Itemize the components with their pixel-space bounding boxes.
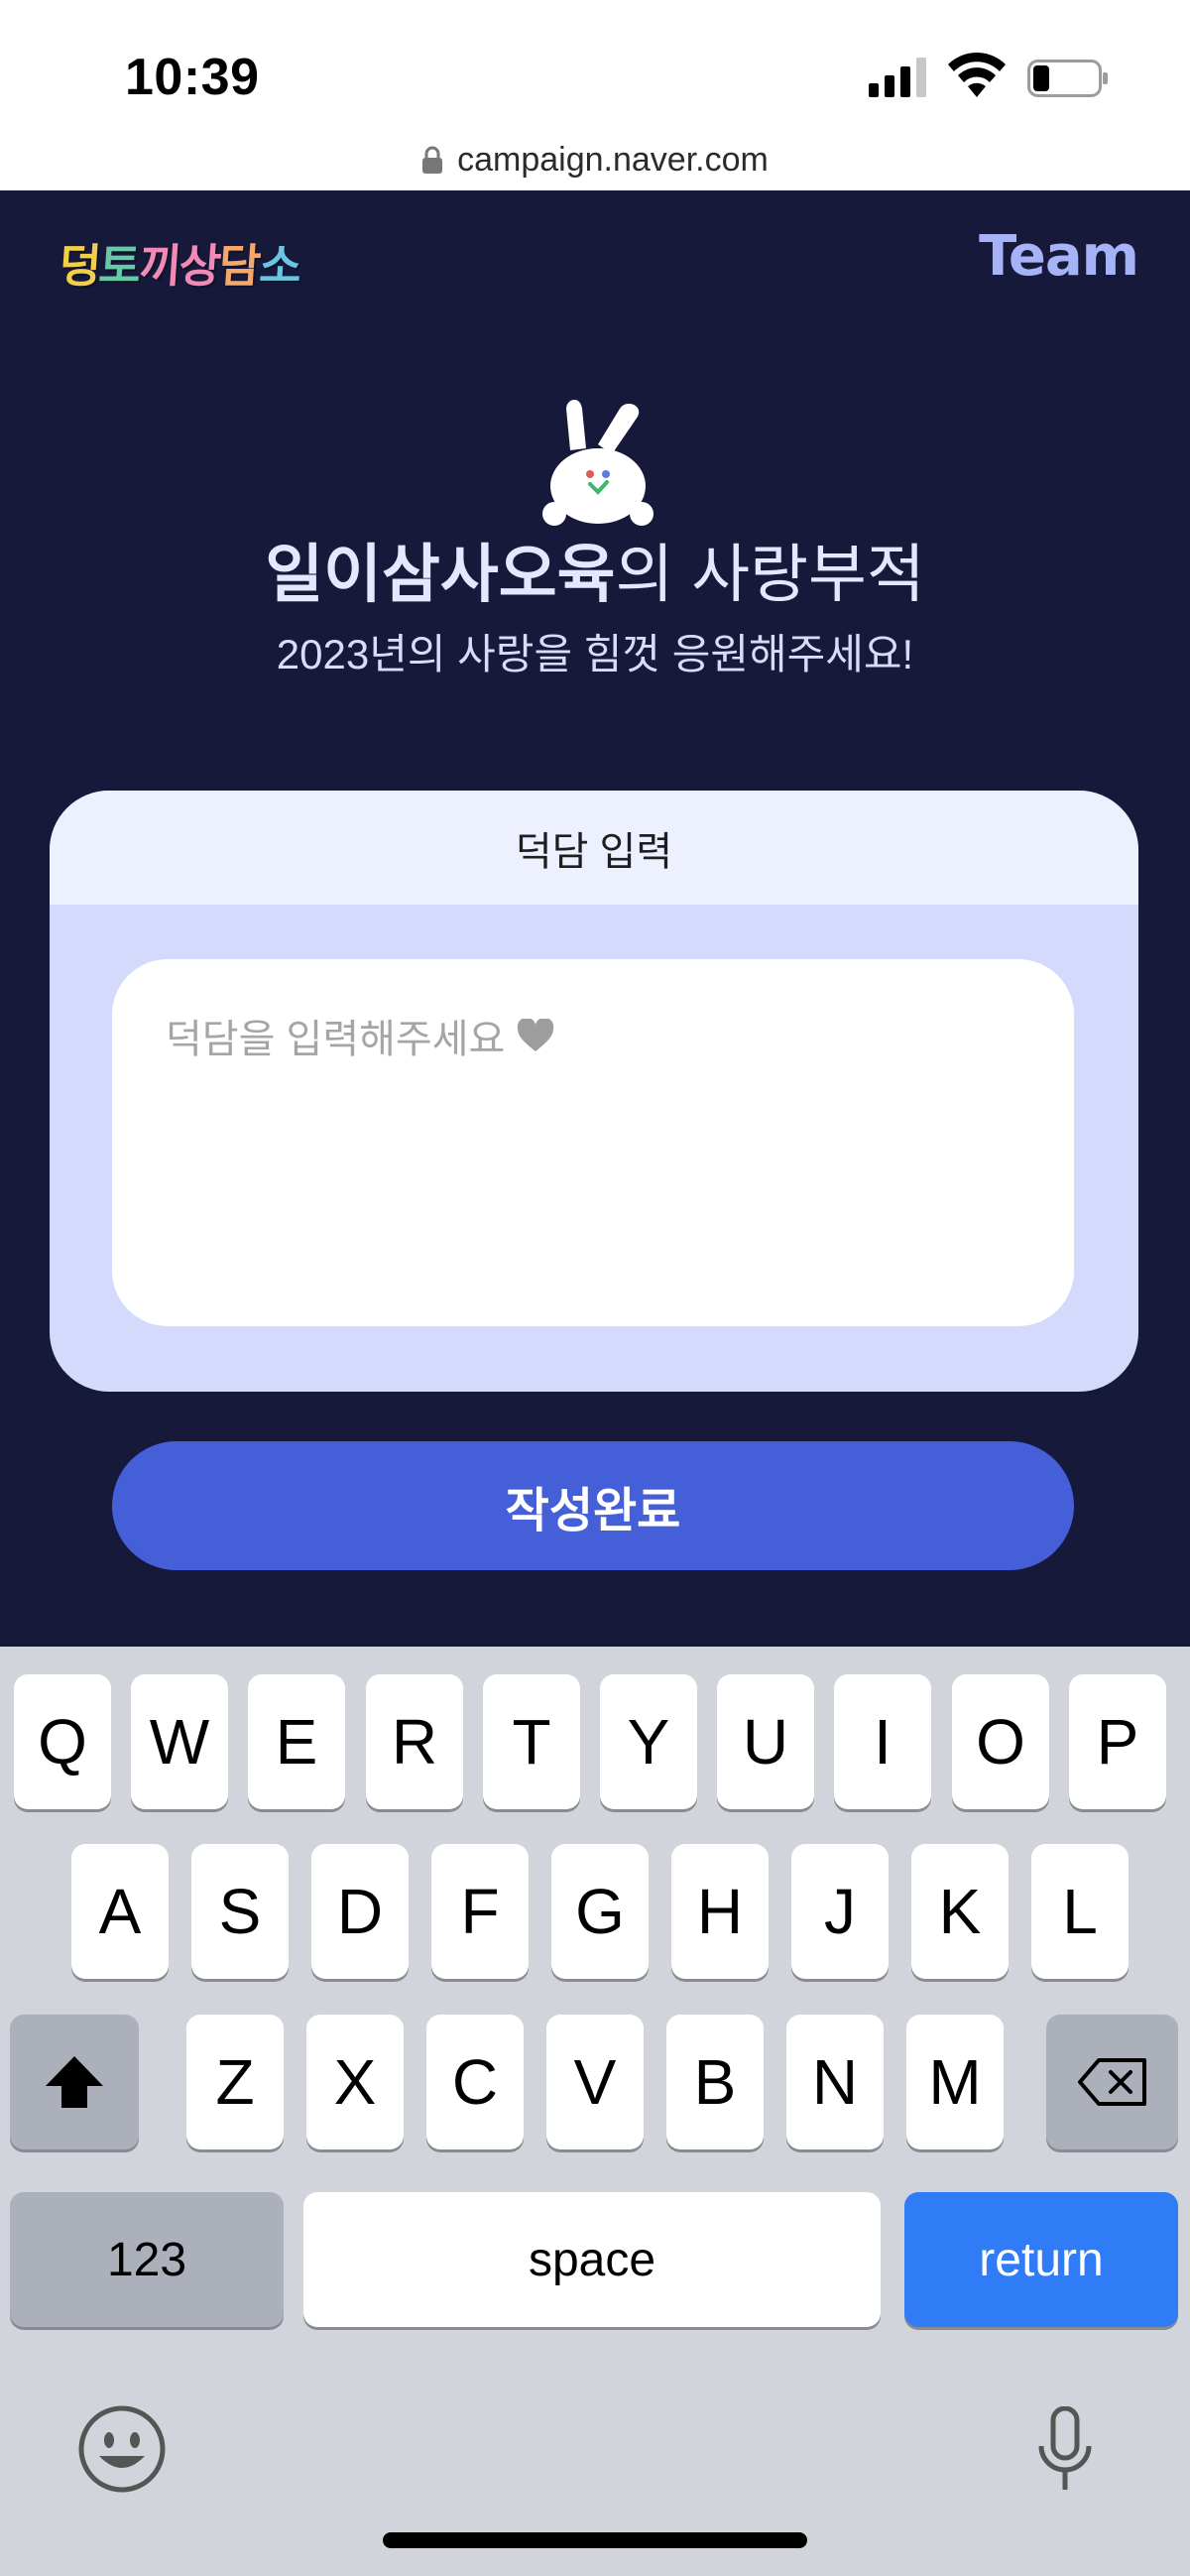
home-indicator bbox=[383, 2532, 807, 2548]
lock-icon bbox=[422, 146, 443, 174]
space-key[interactable]: space bbox=[303, 2192, 881, 2327]
key-r[interactable]: R bbox=[366, 1674, 463, 1809]
page-subtitle: 2023년의 사랑을 힘껏 응원해주세요! bbox=[276, 631, 914, 677]
key-s[interactable]: S bbox=[191, 1844, 289, 1979]
key-j[interactable]: J bbox=[791, 1844, 889, 1979]
key-v[interactable]: V bbox=[546, 2015, 644, 2149]
key-y[interactable]: Y bbox=[600, 1674, 697, 1809]
shift-key[interactable] bbox=[10, 2015, 139, 2149]
page-content: 덩토끼상담소 Team 일이삼사오육의 사랑부적 2023년의 사랑을 힘껏 응… bbox=[0, 190, 1190, 1647]
textarea-placeholder: 덕담을 입력해주세요 bbox=[166, 1007, 554, 1064]
wifi-icon bbox=[948, 52, 1006, 97]
key-k[interactable]: K bbox=[911, 1844, 1009, 1979]
title-suffix: 의 사랑부적 bbox=[615, 539, 925, 610]
card-title: 덕담 입력 bbox=[50, 791, 1138, 905]
key-h[interactable]: H bbox=[671, 1844, 769, 1979]
key-u[interactable]: U bbox=[717, 1674, 814, 1809]
emoji-icon[interactable] bbox=[77, 2404, 167, 2494]
url-text: campaign.naver.com bbox=[457, 140, 769, 179]
placeholder-text: 덕담을 입력해주세요 bbox=[166, 1018, 506, 1061]
key-p[interactable]: P bbox=[1069, 1674, 1166, 1809]
signal-icon bbox=[869, 58, 926, 97]
submit-button[interactable]: 작성완료 bbox=[112, 1441, 1074, 1570]
key-l[interactable]: L bbox=[1031, 1844, 1129, 1979]
key-d[interactable]: D bbox=[311, 1844, 409, 1979]
status-time: 10:39 bbox=[125, 49, 260, 106]
message-card: 덕담 입력 덕담을 입력해주세요 bbox=[50, 791, 1138, 1392]
key-m[interactable]: M bbox=[906, 2015, 1004, 2149]
key-o[interactable]: O bbox=[952, 1674, 1049, 1809]
key-e[interactable]: E bbox=[248, 1674, 345, 1809]
backspace-icon bbox=[1077, 2058, 1146, 2106]
brand-char: 토 bbox=[97, 240, 142, 292]
key-n[interactable]: N bbox=[786, 2015, 884, 2149]
key-z[interactable]: Z bbox=[186, 2015, 284, 2149]
brand-char: 상 bbox=[177, 240, 221, 292]
battery-icon bbox=[1027, 60, 1108, 97]
brand-char: 끼 bbox=[137, 240, 181, 292]
key-f[interactable]: F bbox=[431, 1844, 529, 1979]
key-c[interactable]: C bbox=[426, 2015, 524, 2149]
backspace-key[interactable] bbox=[1046, 2015, 1178, 2149]
return-key[interactable]: return bbox=[904, 2192, 1178, 2327]
brand-char: 담 bbox=[217, 240, 262, 292]
heart-icon bbox=[518, 1019, 554, 1051]
message-textarea[interactable]: 덕담을 입력해주세요 bbox=[112, 959, 1074, 1326]
url-bar[interactable]: campaign.naver.com bbox=[0, 129, 1190, 191]
key-w[interactable]: W bbox=[131, 1674, 228, 1809]
brand-char: 소 bbox=[257, 240, 301, 292]
shift-icon bbox=[46, 2056, 103, 2108]
key-q[interactable]: Q bbox=[14, 1674, 111, 1809]
microphone-icon[interactable] bbox=[1037, 2406, 1093, 2492]
status-bar: 10:39 bbox=[0, 0, 1190, 129]
numbers-key[interactable]: 123 bbox=[10, 2192, 284, 2327]
key-b[interactable]: B bbox=[666, 2015, 764, 2149]
key-a[interactable]: A bbox=[71, 1844, 169, 1979]
brand-char: 덩 bbox=[57, 240, 101, 292]
title-name: 일이삼사오육 bbox=[265, 539, 616, 610]
mascot-icon bbox=[542, 399, 654, 526]
brand-logo[interactable]: 덩토끼상담소 bbox=[57, 230, 301, 296]
key-x[interactable]: X bbox=[306, 2015, 404, 2149]
key-i[interactable]: I bbox=[834, 1674, 931, 1809]
key-t[interactable]: T bbox=[483, 1674, 580, 1809]
key-g[interactable]: G bbox=[551, 1844, 649, 1979]
page-title: 일이삼사오육의 사랑부적 bbox=[0, 524, 1190, 615]
team-link[interactable]: Team bbox=[979, 224, 1139, 289]
